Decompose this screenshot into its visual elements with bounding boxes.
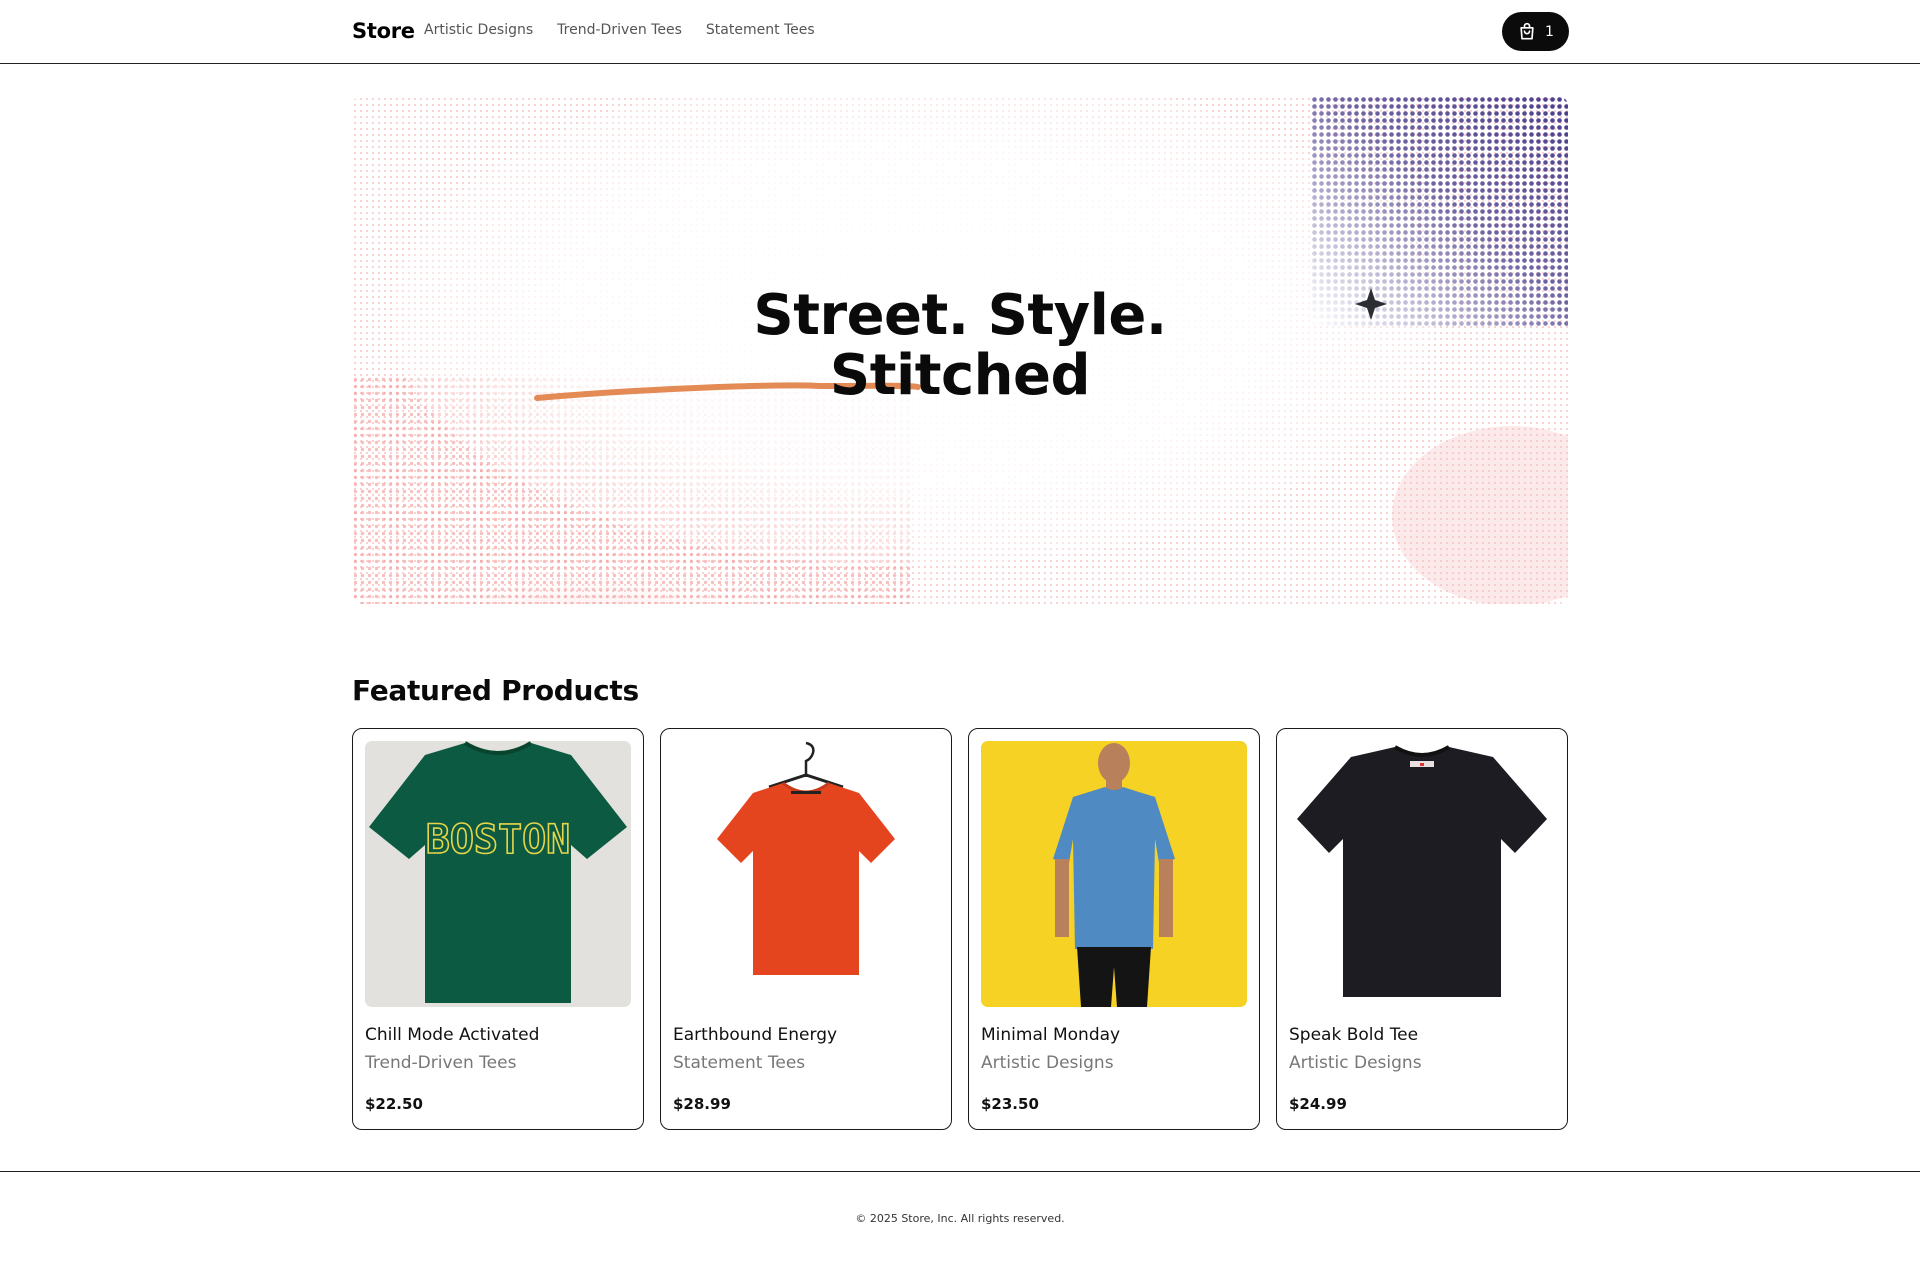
cart-count-badge: 1 <box>1545 23 1554 40</box>
product-price: $23.50 <box>981 1095 1039 1113</box>
hero-title: Street. Style. Stitched <box>352 286 1568 406</box>
nav-link-statement-tees[interactable]: Statement Tees <box>706 22 815 38</box>
product-image[interactable] <box>1289 741 1555 1007</box>
product-name[interactable]: Speak Bold Tee <box>1289 1025 1418 1045</box>
nav-link-artistic-designs[interactable]: Artistic Designs <box>424 22 533 38</box>
svg-text:BOSTON: BOSTON <box>426 817 571 863</box>
product-image[interactable] <box>981 741 1247 1007</box>
main-nav: Artistic Designs Trend-Driven Tees State… <box>424 22 815 38</box>
product-image[interactable] <box>673 741 939 1007</box>
product-name[interactable]: Chill Mode Activated <box>365 1025 539 1045</box>
product-name[interactable]: Minimal Monday <box>981 1025 1120 1045</box>
product-card[interactable]: Speak Bold Tee Artistic Designs $24.99 <box>1276 728 1568 1130</box>
site-footer: © 2025 Store, Inc. All rights reserved. <box>0 1171 1920 1269</box>
product-price: $24.99 <box>1289 1095 1347 1113</box>
featured-products-heading: Featured Products <box>352 674 639 707</box>
hero-title-line-2: Stitched <box>829 343 1091 408</box>
product-category: Statement Tees <box>673 1053 806 1073</box>
hero-title-line-1: Street. Style. <box>753 283 1167 348</box>
hero-banner: Street. Style. Stitched <box>352 96 1568 604</box>
site-header: Store Artistic Designs Trend-Driven Tees… <box>0 0 1920 64</box>
product-card[interactable]: Earthbound Energy Statement Tees $28.99 <box>660 728 952 1130</box>
product-price: $28.99 <box>673 1095 731 1113</box>
product-grid: BOSTON Chill Mode Activated Trend-Driven… <box>352 728 1568 1130</box>
product-card[interactable]: BOSTON Chill Mode Activated Trend-Driven… <box>352 728 644 1130</box>
product-card[interactable]: Minimal Monday Artistic Designs $23.50 <box>968 728 1260 1130</box>
product-price: $22.50 <box>365 1095 423 1113</box>
product-name[interactable]: Earthbound Energy <box>673 1025 837 1045</box>
brand-logo[interactable]: Store <box>352 19 415 43</box>
cart-button[interactable]: 1 <box>1502 12 1569 51</box>
nav-link-trend-driven-tees[interactable]: Trend-Driven Tees <box>557 22 682 38</box>
product-category: Artistic Designs <box>1289 1053 1422 1073</box>
product-category: Trend-Driven Tees <box>365 1053 517 1073</box>
product-image[interactable]: BOSTON <box>365 741 631 1007</box>
copyright-text: © 2025 Store, Inc. All rights reserved. <box>855 1212 1065 1225</box>
product-category: Artistic Designs <box>981 1053 1114 1073</box>
shopping-bag-icon <box>1520 22 1534 40</box>
